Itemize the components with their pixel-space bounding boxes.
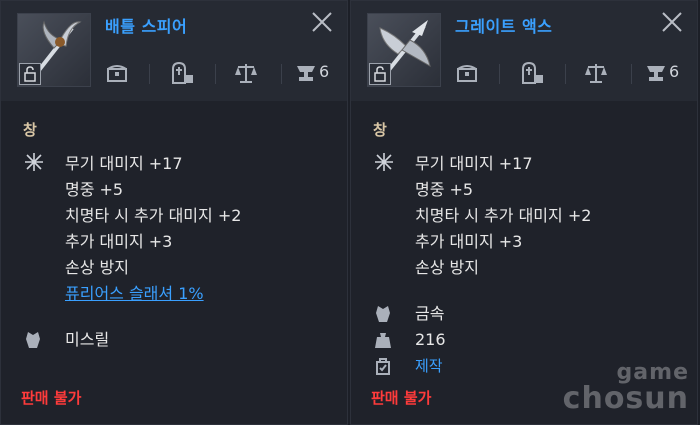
stat-list: 무기 대미지 +17 명중 +5 치명타 시 추가 대미지 +2 추가 대미지 … bbox=[65, 151, 241, 307]
anvil-icon bbox=[645, 61, 667, 85]
sparkle-icon bbox=[375, 153, 393, 175]
stat-line: 명중 +5 bbox=[415, 180, 474, 199]
sparkle-icon bbox=[25, 153, 43, 175]
stat-line: 손상 방지 bbox=[415, 258, 479, 277]
weight-value: 216 bbox=[415, 330, 446, 349]
material-value: 금속 bbox=[415, 304, 445, 323]
anvil-icon bbox=[295, 61, 317, 85]
lock-icon[interactable] bbox=[369, 63, 391, 85]
scale-icon bbox=[233, 61, 259, 85]
close-icon[interactable] bbox=[311, 11, 333, 33]
stat-line: 무기 대미지 +17 bbox=[415, 154, 533, 173]
stat-line: 치명타 시 추가 대미지 +2 bbox=[415, 206, 592, 225]
item-property-icons: 6 bbox=[105, 61, 337, 87]
item-type: 창 bbox=[373, 121, 387, 139]
chest-icon bbox=[105, 61, 129, 85]
item-type: 창 bbox=[23, 121, 37, 139]
stat-line: 추가 대미지 +3 bbox=[415, 232, 523, 251]
tombstone-icon bbox=[169, 61, 195, 85]
chest-icon bbox=[455, 61, 479, 85]
watermark: game chosun bbox=[563, 362, 689, 414]
lock-icon[interactable] bbox=[19, 63, 41, 85]
no-sale-label: 판매 불가 bbox=[21, 389, 82, 407]
item-name: 그레이트 액스 bbox=[455, 17, 553, 36]
anvil-count: 6 bbox=[669, 62, 680, 81]
scale-icon bbox=[583, 61, 609, 85]
stat-line: 추가 대미지 +3 bbox=[65, 232, 173, 251]
weight-icon bbox=[375, 333, 391, 348]
craft-icon bbox=[376, 358, 390, 375]
leather-icon bbox=[376, 306, 390, 322]
item-name: 배틀 스피어 bbox=[105, 17, 188, 36]
set-bonus-link[interactable]: 퓨리어스 슬래셔 1% bbox=[65, 281, 241, 307]
tombstone-icon bbox=[519, 61, 545, 85]
tooltip-header: 그레이트 액스 6 bbox=[351, 1, 697, 101]
craft-link[interactable]: 제작 bbox=[415, 353, 443, 379]
stat-line: 치명타 시 추가 대미지 +2 bbox=[65, 206, 242, 225]
no-sale-label: 판매 불가 bbox=[371, 389, 432, 407]
item-tooltip-left: 배틀 스피어 6 창 무기 대미지 +17 명중 +5 치명타 시 추가 대미지… bbox=[0, 0, 348, 425]
leather-icon bbox=[26, 332, 40, 348]
tooltip-header: 배틀 스피어 6 bbox=[1, 1, 347, 101]
stat-line: 명중 +5 bbox=[65, 180, 124, 199]
material-value: 미스릴 bbox=[65, 330, 110, 349]
close-icon[interactable] bbox=[661, 11, 683, 33]
stat-line: 손상 방지 bbox=[65, 258, 129, 277]
anvil-count: 6 bbox=[319, 62, 330, 81]
stat-line: 무기 대미지 +17 bbox=[65, 154, 183, 173]
stat-list: 무기 대미지 +17 명중 +5 치명타 시 추가 대미지 +2 추가 대미지 … bbox=[415, 151, 591, 281]
item-property-icons: 6 bbox=[455, 61, 687, 87]
item-thumbnail[interactable] bbox=[17, 13, 91, 87]
item-tooltip-right: 그레이트 액스 6 창 무기 대미지 +17 명중 +5 치명타 시 추가 대미… bbox=[350, 0, 698, 425]
item-thumbnail[interactable] bbox=[367, 13, 441, 87]
watermark-line2: chosun bbox=[562, 381, 689, 416]
